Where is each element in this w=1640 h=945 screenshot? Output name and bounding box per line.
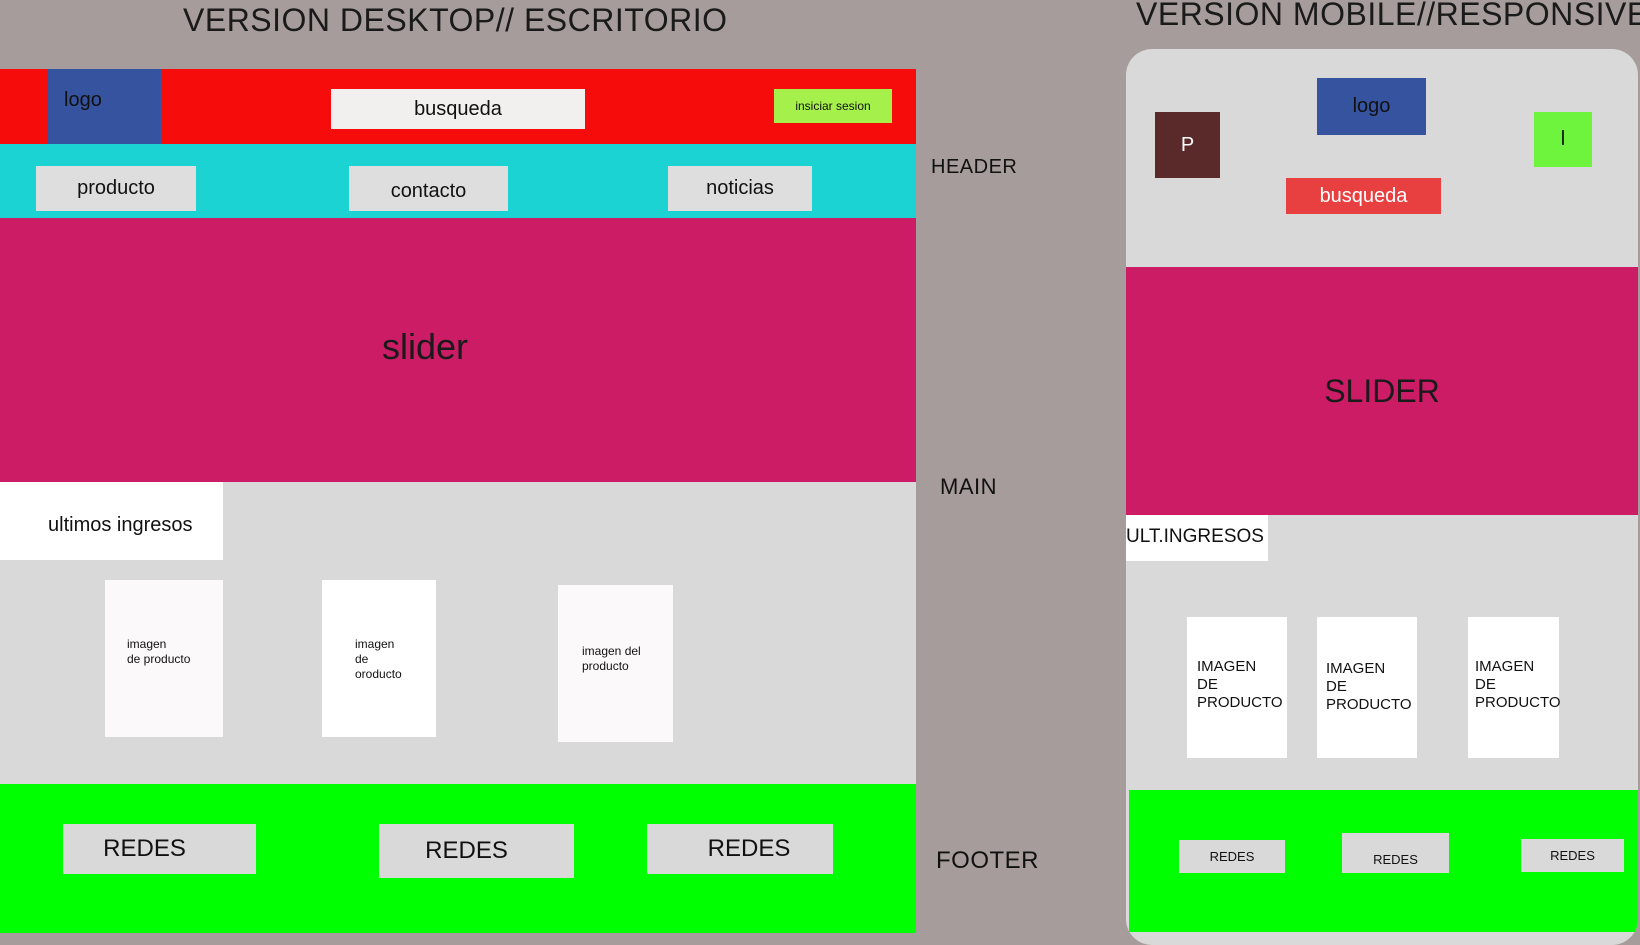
nav-item-producto[interactable]: producto [36,166,196,211]
nav-item-contacto[interactable]: contacto [349,166,508,211]
desktop-social-button-3[interactable]: REDES [647,824,833,874]
desktop-slider[interactable]: slider [0,218,916,482]
mobile-mockup: P logo l busqueda SLIDER ULT.INGRESOS IM… [1126,49,1638,945]
mobile-login-button-l-label: l [1560,128,1566,150]
desktop-latest-label: ultimos ingresos [48,514,193,536]
desktop-product-label-2: imagen de oroducto [355,637,402,681]
mobile-social-button-1[interactable]: REDES [1179,840,1285,873]
desktop-logo-label: logo [64,89,102,111]
desktop-mockup: logo busqueda insiciar sesion producto c… [0,69,916,933]
mobile-logo[interactable]: logo [1317,78,1426,135]
nav-item-producto-label: producto [77,177,155,199]
desktop-social-button-1[interactable]: REDES [63,824,256,874]
mobile-product-card-3[interactable]: IMAGEN DE PRODUCTO [1468,617,1561,758]
desktop-social-label-2: REDES [425,837,508,864]
mobile-latest-heading: ULT.INGRESOS [1126,515,1268,561]
desktop-social-label-1: REDES [103,835,186,862]
mobile-menu-button-p[interactable]: P [1155,112,1220,178]
section-label-footer: FOOTER [936,847,1039,874]
section-label-header: HEADER [931,156,1018,178]
mobile-social-label-1: REDES [1209,849,1255,864]
nav-item-noticias[interactable]: noticias [668,166,812,211]
desktop-title: VERSION DESKTOP// ESCRITORIO [183,2,728,38]
desktop-login-label: insiciar sesion [795,99,871,113]
mobile-slider[interactable]: SLIDER [1126,267,1638,515]
mobile-search-label: busqueda [1319,184,1408,207]
mobile-social-button-2[interactable]: REDES [1342,833,1449,873]
mobile-login-button-l[interactable]: l [1534,112,1592,167]
mobile-product-card-2[interactable]: IMAGEN DE PRODUCTO [1317,617,1417,758]
desktop-footer: REDES REDES REDES [0,784,916,933]
desktop-main: ultimos ingresos imagen de producto imag… [0,482,916,784]
mobile-latest-label: ULT.INGRESOS [1126,526,1264,547]
mobile-social-label-3: REDES [1550,848,1595,863]
desktop-slider-label: slider [382,326,469,367]
nav-item-contacto-label: contacto [390,180,467,202]
desktop-social-button-2[interactable]: REDES [379,824,574,878]
desktop-social-label-3: REDES [707,835,791,862]
desktop-product-card-2[interactable]: imagen de oroducto [322,580,436,737]
desktop-header-bar: logo busqueda insiciar sesion [0,69,916,144]
desktop-latest-heading: ultimos ingresos [0,482,223,560]
nav-item-noticias-label: noticias [706,177,774,199]
desktop-product-card-1[interactable]: imagen de producto [105,580,223,737]
desktop-logo[interactable]: logo [47,69,162,144]
mobile-social-label-2: REDES [1373,851,1418,867]
mobile-title: VERSION MOBILE//RESPONSIVE [1136,0,1640,32]
desktop-nav-bar: producto contacto noticias [0,144,916,218]
mobile-footer: REDES REDES REDES [1129,790,1638,932]
mobile-menu-button-p-label: P [1180,133,1195,156]
mobile-slider-label: SLIDER [1324,372,1440,409]
mobile-product-label-3: IMAGEN DE PRODUCTO [1475,658,1561,711]
section-label-main: MAIN [940,474,997,499]
desktop-search-label: busqueda [414,97,502,120]
mobile-product-card-1[interactable]: IMAGEN DE PRODUCTO [1187,617,1287,758]
mobile-logo-label: logo [1352,95,1391,117]
desktop-login-button[interactable]: insiciar sesion [774,89,892,123]
desktop-product-label-3: imagen del producto [582,644,641,673]
mobile-social-button-3[interactable]: REDES [1521,839,1624,872]
desktop-product-card-3[interactable]: imagen del producto [558,585,673,742]
mobile-product-label-1: IMAGEN DE PRODUCTO [1197,658,1283,711]
desktop-search-box[interactable]: busqueda [331,89,585,129]
mobile-search-box[interactable]: busqueda [1286,178,1441,214]
mobile-product-label-2: IMAGEN DE PRODUCTO [1326,660,1412,713]
desktop-product-label-1: imagen de producto [127,637,191,666]
